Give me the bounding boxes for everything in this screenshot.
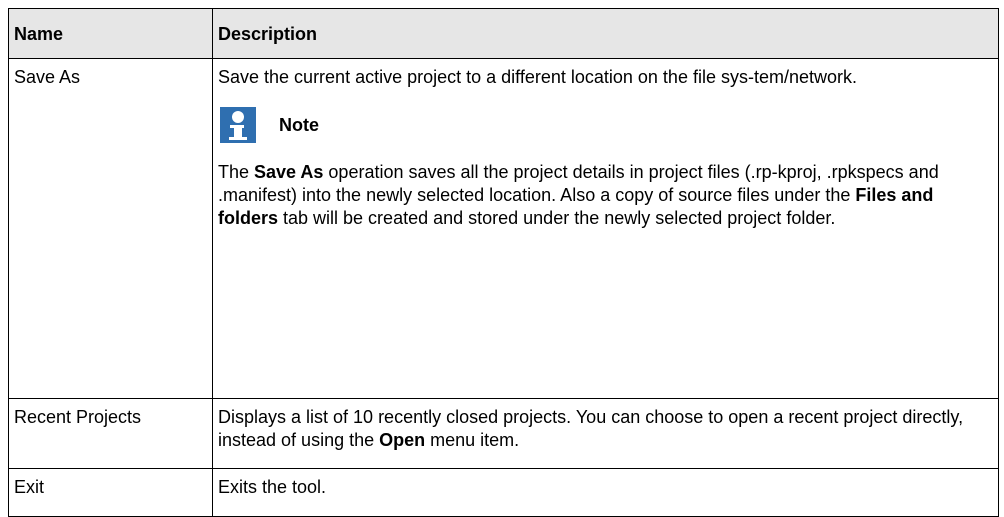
table-row-exit: Exit Exits the tool.	[8, 468, 999, 517]
note-text-bold: Save As	[254, 162, 324, 182]
menu-items-table: Name Description Save As Save the curren…	[8, 8, 999, 517]
table-row-save-as: Save As Save the current active project …	[8, 58, 999, 399]
description-text: Save the current active project to a dif…	[218, 67, 857, 87]
note-text-part: tab will be created and stored under the…	[278, 208, 836, 228]
description-text-bold: Open	[379, 430, 426, 450]
header-description: Description	[212, 8, 999, 59]
note-label: Note	[279, 114, 319, 135]
table-header-row: Name Description	[8, 8, 999, 59]
description-text-part: menu item.	[425, 430, 520, 450]
note-text-part: operation saves all the project details …	[218, 162, 939, 205]
row-description: Displays a list of 10 recently closed pr…	[212, 398, 999, 469]
description-text-part: Displays a list of 10 recently closed pr…	[218, 407, 964, 450]
row-description: Save the current active project to a dif…	[212, 58, 999, 399]
row-name: Exit	[8, 468, 213, 517]
row-name: Save As	[8, 58, 213, 399]
table-row-recent-projects: Recent Projects Displays a list of 10 re…	[8, 398, 999, 469]
header-name: Name	[8, 8, 213, 59]
note-text-part: The	[218, 162, 255, 182]
row-name: Recent Projects	[8, 398, 213, 469]
info-icon	[220, 107, 256, 143]
note-box: Note	[218, 107, 993, 143]
row-description: Exits the tool.	[212, 468, 999, 517]
note-text: The Save As operation saves all the proj…	[218, 161, 993, 230]
